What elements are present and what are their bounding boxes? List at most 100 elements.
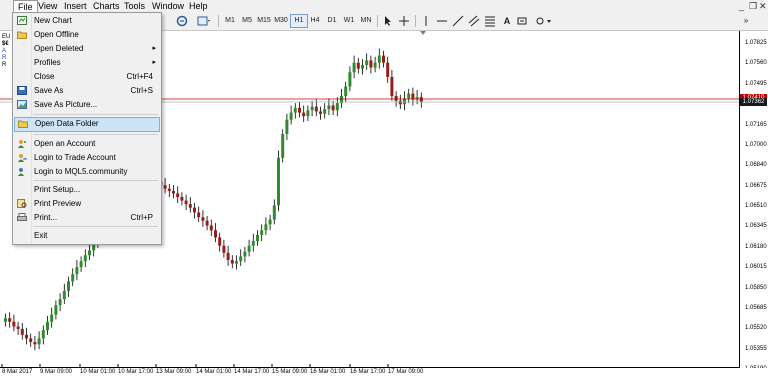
bear-candle xyxy=(8,318,12,322)
close-icon[interactable]: ✕ xyxy=(759,1,767,12)
text-icon[interactable]: A xyxy=(502,15,512,27)
bull-candle xyxy=(306,110,310,117)
menu-item-label: Save As Picture... xyxy=(34,100,98,109)
time-tick-label: 9 Mar 09:00 xyxy=(40,369,73,375)
timeframe-h1[interactable]: H1 xyxy=(290,14,308,28)
vertical-line-icon[interactable] xyxy=(420,15,432,27)
save-icon xyxy=(17,86,27,95)
timeframe-h4[interactable]: H4 xyxy=(307,15,323,27)
submenu-arrow-icon: ▸ xyxy=(152,59,156,66)
time-tick-label: 15 Mar 09:00 xyxy=(272,369,308,375)
cursor-icon[interactable] xyxy=(382,15,394,27)
menu-item-profiles[interactable]: Profiles ▸ xyxy=(13,56,161,69)
bull-candle xyxy=(335,103,339,111)
price-tick-label: 1.05685 xyxy=(745,304,767,311)
toolbar-overflow-icon[interactable]: » xyxy=(742,15,750,27)
horizontal-line-icon[interactable] xyxy=(436,15,448,27)
price-tick-label: 1.05850 xyxy=(745,284,767,291)
channel-icon[interactable] xyxy=(468,15,480,27)
bull-candle xyxy=(46,321,49,331)
bear-candle xyxy=(356,62,360,69)
bull-candle xyxy=(54,305,58,315)
bear-candle xyxy=(184,200,188,205)
menu-item-label: Profiles xyxy=(34,58,61,67)
bear-candle xyxy=(319,111,322,114)
bull-candle xyxy=(373,62,377,68)
bear-candle xyxy=(180,197,184,201)
bull-candle xyxy=(260,230,264,236)
bull-candle xyxy=(235,261,238,264)
price-tick-label: 1.07000 xyxy=(745,141,767,148)
chart-shift-marker xyxy=(420,31,426,35)
price-tick-label: 1.06510 xyxy=(745,203,767,209)
timeframe-d1[interactable]: D1 xyxy=(324,15,340,27)
bear-candle xyxy=(298,107,301,113)
minimize-icon[interactable]: _ xyxy=(739,1,744,11)
menu-item-print[interactable]: Print... Ctrl+P xyxy=(13,211,161,224)
picture-icon xyxy=(17,100,27,109)
menu-item-save-as[interactable]: Save As Ctrl+S xyxy=(13,84,161,97)
bear-candle xyxy=(20,328,24,335)
price-tick-label: 1.07560 xyxy=(745,60,767,67)
time-tick-label: 13 Mar 09:00 xyxy=(156,369,192,375)
menu-item-open-account[interactable]: Open an Account xyxy=(13,137,161,150)
menu-help[interactable]: Help xyxy=(185,0,212,13)
bull-candle xyxy=(243,251,247,257)
corner-line-6: R xyxy=(2,62,7,68)
menu-item-save-as-picture[interactable]: Save As Picture... xyxy=(13,98,161,111)
label-icon[interactable] xyxy=(516,15,528,27)
price-tick-label: 1.05520 xyxy=(745,325,767,332)
bear-candle xyxy=(382,55,385,63)
menu-item-open-offline[interactable]: Open Offline xyxy=(13,28,161,41)
bear-candle xyxy=(29,338,33,342)
timeframe-m15[interactable]: M15 xyxy=(256,15,272,27)
bear-candle xyxy=(386,62,390,77)
fibonacci-icon[interactable] xyxy=(484,15,496,27)
shapes-icon[interactable] xyxy=(534,15,554,27)
timeframe-m5[interactable]: M5 xyxy=(239,15,255,27)
price-tick-label: 1.07495 xyxy=(745,80,767,87)
zoom-icon[interactable] xyxy=(176,15,188,27)
menu-item-login-mql5[interactable]: Login to MQL5.community xyxy=(13,165,161,178)
menu-item-shortcut: Ctrl+S xyxy=(130,86,153,95)
menu-item-open-deleted[interactable]: Open Deleted ▸ xyxy=(13,42,161,55)
trendline-icon[interactable] xyxy=(452,15,464,27)
bear-candle xyxy=(369,60,373,68)
time-tick-label: 17 Mar 09:00 xyxy=(388,369,424,375)
chart-symbol-label: EU $€ A R R xyxy=(2,34,10,69)
bull-candle xyxy=(272,205,276,220)
bull-candle xyxy=(62,290,66,300)
bull-candle xyxy=(352,62,356,73)
bear-candle xyxy=(25,334,28,339)
mql5-icon xyxy=(17,167,27,176)
bear-candle xyxy=(230,259,234,264)
bear-candle xyxy=(167,188,171,192)
corner-line-2: A xyxy=(2,48,7,54)
price-tick-label: 1.06345 xyxy=(745,223,767,230)
restore-icon[interactable]: ❐ xyxy=(749,1,757,12)
bear-candle xyxy=(214,230,217,238)
crosshair-icon[interactable] xyxy=(398,15,410,27)
account-icon xyxy=(17,139,27,148)
bear-candle xyxy=(226,252,230,260)
timeframe-w1[interactable]: W1 xyxy=(341,15,357,27)
timeframe-mn[interactable]: MN xyxy=(358,15,374,27)
menu-item-label: Save As xyxy=(34,86,64,95)
menu-item-login-trade-account[interactable]: Login to Trade Account xyxy=(13,151,161,164)
chart-template-icon[interactable] xyxy=(197,15,211,27)
bear-candle xyxy=(209,225,213,231)
price-tick-label: 1.06015 xyxy=(745,264,767,271)
menu-item-print-preview[interactable]: Print Preview xyxy=(13,197,161,210)
menu-item-open-data-folder[interactable]: Open Data Folder xyxy=(14,117,160,132)
menu-item-new-chart[interactable]: New Chart xyxy=(13,14,161,27)
menu-item-print-setup[interactable]: Print Setup... xyxy=(13,183,161,196)
timeframe-m30[interactable]: M30 xyxy=(273,15,289,27)
menu-item-close[interactable]: Close Ctrl+F4 xyxy=(13,70,161,83)
timeframe-m1[interactable]: M1 xyxy=(222,15,238,27)
bull-candle xyxy=(75,267,79,275)
folder-icon xyxy=(18,119,28,128)
menu-item-exit[interactable]: Exit xyxy=(13,229,161,242)
time-tick-label: 10 Mar 01:00 xyxy=(80,369,116,375)
bull-candle xyxy=(285,119,289,135)
bear-candle xyxy=(331,105,335,111)
